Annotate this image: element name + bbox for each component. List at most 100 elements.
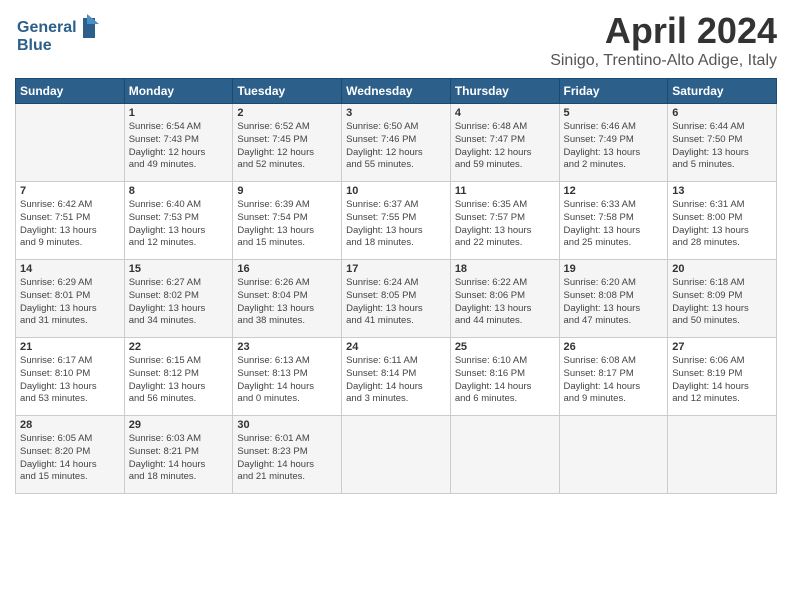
calendar-cell: 29 Sunrise: 6:03 AMSunset: 8:21 PMDayligh… (124, 416, 233, 494)
day-number: 6 (672, 107, 772, 119)
day-info: Sunrise: 6:06 AMSunset: 8:19 PMDaylight:… (672, 355, 772, 406)
calendar-cell: 27 Sunrise: 6:06 AMSunset: 8:19 PMDayligh… (668, 338, 777, 416)
day-number: 27 (672, 341, 772, 353)
month-title: April 2024 (550, 10, 777, 52)
week-row-3: 14Sunrise: 6:29 AMSunset: 8:01 PMDayligh… (16, 260, 777, 338)
svg-text:Blue: Blue (17, 37, 52, 54)
header-row: SundayMondayTuesdayWednesdayThursdayFrid… (16, 79, 777, 104)
day-number: 15 (129, 263, 229, 275)
calendar-cell: 30 Sunrise: 6:01 AMSunset: 8:23 PMDayligh… (233, 416, 342, 494)
day-info: Sunrise: 6:40 AMSunset: 7:53 PMDaylight:… (129, 199, 229, 250)
day-info: Sunrise: 6:24 AMSunset: 8:05 PMDaylight:… (346, 277, 446, 328)
day-number: 12 (564, 185, 664, 197)
day-number: 22 (129, 341, 229, 353)
calendar-cell: 3 Sunrise: 6:50 AMSunset: 7:46 PMDaylight… (342, 104, 451, 182)
calendar-cell: 17 Sunrise: 6:24 AMSunset: 8:05 PMDayligh… (342, 260, 451, 338)
day-info: Sunrise: 6:31 AMSunset: 8:00 PMDaylight:… (672, 199, 772, 250)
day-header-sunday: Sunday (16, 79, 125, 104)
calendar-cell: 15Sunrise: 6:27 AMSunset: 8:02 PMDayligh… (124, 260, 233, 338)
day-info: Sunrise: 6:01 AMSunset: 8:23 PMDaylight:… (237, 433, 337, 484)
calendar-cell: 8 Sunrise: 6:40 AMSunset: 7:53 PMDaylight… (124, 182, 233, 260)
calendar-cell: 23 Sunrise: 6:13 AMSunset: 8:13 PMDayligh… (233, 338, 342, 416)
day-info: Sunrise: 6:03 AMSunset: 8:21 PMDaylight:… (129, 433, 229, 484)
calendar-cell: 14Sunrise: 6:29 AMSunset: 8:01 PMDayligh… (16, 260, 125, 338)
day-info: Sunrise: 6:22 AMSunset: 8:06 PMDaylight:… (455, 277, 555, 328)
calendar-cell: 20 Sunrise: 6:18 AMSunset: 8:09 PMDayligh… (668, 260, 777, 338)
calendar-cell: 12 Sunrise: 6:33 AMSunset: 7:58 PMDayligh… (559, 182, 668, 260)
day-info: Sunrise: 6:52 AMSunset: 7:45 PMDaylight:… (237, 121, 337, 172)
day-number: 17 (346, 263, 446, 275)
calendar-cell (16, 104, 125, 182)
day-info: Sunrise: 6:35 AMSunset: 7:57 PMDaylight:… (455, 199, 555, 250)
day-number: 18 (455, 263, 555, 275)
svg-text:General: General (17, 19, 77, 36)
calendar-cell: 10 Sunrise: 6:37 AMSunset: 7:55 PMDayligh… (342, 182, 451, 260)
calendar-cell (450, 416, 559, 494)
main-container: General Blue April 2024 Sinigo, Trentino… (0, 0, 792, 504)
title-section: April 2024 Sinigo, Trentino-Alto Adige, … (550, 10, 777, 70)
day-number: 20 (672, 263, 772, 275)
day-number: 23 (237, 341, 337, 353)
day-number: 21 (20, 341, 120, 353)
calendar-cell: 2 Sunrise: 6:52 AMSunset: 7:45 PMDaylight… (233, 104, 342, 182)
day-number: 29 (129, 419, 229, 431)
calendar-cell: 18 Sunrise: 6:22 AMSunset: 8:06 PMDayligh… (450, 260, 559, 338)
day-number: 9 (237, 185, 337, 197)
day-number: 1 (129, 107, 229, 119)
day-info: Sunrise: 6:46 AMSunset: 7:49 PMDaylight:… (564, 121, 664, 172)
day-number: 28 (20, 419, 120, 431)
day-number: 30 (237, 419, 337, 431)
day-info: Sunrise: 6:11 AMSunset: 8:14 PMDaylight:… (346, 355, 446, 406)
day-number: 10 (346, 185, 446, 197)
day-info: Sunrise: 6:13 AMSunset: 8:13 PMDaylight:… (237, 355, 337, 406)
day-number: 8 (129, 185, 229, 197)
week-row-5: 28 Sunrise: 6:05 AMSunset: 8:20 PMDayligh… (16, 416, 777, 494)
day-number: 16 (237, 263, 337, 275)
calendar-cell: 11 Sunrise: 6:35 AMSunset: 7:57 PMDayligh… (450, 182, 559, 260)
day-info: Sunrise: 6:44 AMSunset: 7:50 PMDaylight:… (672, 121, 772, 172)
day-info: Sunrise: 6:20 AMSunset: 8:08 PMDaylight:… (564, 277, 664, 328)
week-row-2: 7Sunrise: 6:42 AMSunset: 7:51 PMDaylight… (16, 182, 777, 260)
calendar-cell: 21 Sunrise: 6:17 AMSunset: 8:10 PMDayligh… (16, 338, 125, 416)
day-info: Sunrise: 6:50 AMSunset: 7:46 PMDaylight:… (346, 121, 446, 172)
day-info: Sunrise: 6:33 AMSunset: 7:58 PMDaylight:… (564, 199, 664, 250)
day-info: Sunrise: 6:08 AMSunset: 8:17 PMDaylight:… (564, 355, 664, 406)
day-number: 25 (455, 341, 555, 353)
calendar-cell: 26Sunrise: 6:08 AMSunset: 8:17 PMDayligh… (559, 338, 668, 416)
calendar-cell: 19Sunrise: 6:20 AMSunset: 8:08 PMDayligh… (559, 260, 668, 338)
day-number: 7 (20, 185, 120, 197)
day-info: Sunrise: 6:54 AMSunset: 7:43 PMDaylight:… (129, 121, 229, 172)
week-row-1: 1 Sunrise: 6:54 AMSunset: 7:43 PMDaylight… (16, 104, 777, 182)
day-number: 5 (564, 107, 664, 119)
calendar-cell: 1 Sunrise: 6:54 AMSunset: 7:43 PMDaylight… (124, 104, 233, 182)
day-number: 13 (672, 185, 772, 197)
calendar-cell: 7Sunrise: 6:42 AMSunset: 7:51 PMDaylight… (16, 182, 125, 260)
day-header-friday: Friday (559, 79, 668, 104)
day-info: Sunrise: 6:17 AMSunset: 8:10 PMDaylight:… (20, 355, 120, 406)
calendar-cell: 16Sunrise: 6:26 AMSunset: 8:04 PMDayligh… (233, 260, 342, 338)
day-info: Sunrise: 6:48 AMSunset: 7:47 PMDaylight:… (455, 121, 555, 172)
day-info: Sunrise: 6:15 AMSunset: 8:12 PMDaylight:… (129, 355, 229, 406)
day-number: 2 (237, 107, 337, 119)
calendar-cell (342, 416, 451, 494)
day-info: Sunrise: 6:29 AMSunset: 8:01 PMDaylight:… (20, 277, 120, 328)
day-header-tuesday: Tuesday (233, 79, 342, 104)
day-number: 3 (346, 107, 446, 119)
day-number: 4 (455, 107, 555, 119)
calendar-cell: 4 Sunrise: 6:48 AMSunset: 7:47 PMDaylight… (450, 104, 559, 182)
day-header-monday: Monday (124, 79, 233, 104)
calendar-cell: 5 Sunrise: 6:46 AMSunset: 7:49 PMDaylight… (559, 104, 668, 182)
calendar-cell: 24 Sunrise: 6:11 AMSunset: 8:14 PMDayligh… (342, 338, 451, 416)
day-number: 11 (455, 185, 555, 197)
calendar-cell: 28 Sunrise: 6:05 AMSunset: 8:20 PMDayligh… (16, 416, 125, 494)
calendar-cell: 13 Sunrise: 6:31 AMSunset: 8:00 PMDayligh… (668, 182, 777, 260)
day-info: Sunrise: 6:05 AMSunset: 8:20 PMDaylight:… (20, 433, 120, 484)
location-title: Sinigo, Trentino-Alto Adige, Italy (550, 52, 777, 70)
day-info: Sunrise: 6:39 AMSunset: 7:54 PMDaylight:… (237, 199, 337, 250)
day-number: 24 (346, 341, 446, 353)
day-info: Sunrise: 6:37 AMSunset: 7:55 PMDaylight:… (346, 199, 446, 250)
header: General Blue April 2024 Sinigo, Trentino… (15, 10, 777, 70)
day-info: Sunrise: 6:18 AMSunset: 8:09 PMDaylight:… (672, 277, 772, 328)
day-header-saturday: Saturday (668, 79, 777, 104)
calendar-cell: 22 Sunrise: 6:15 AMSunset: 8:12 PMDayligh… (124, 338, 233, 416)
